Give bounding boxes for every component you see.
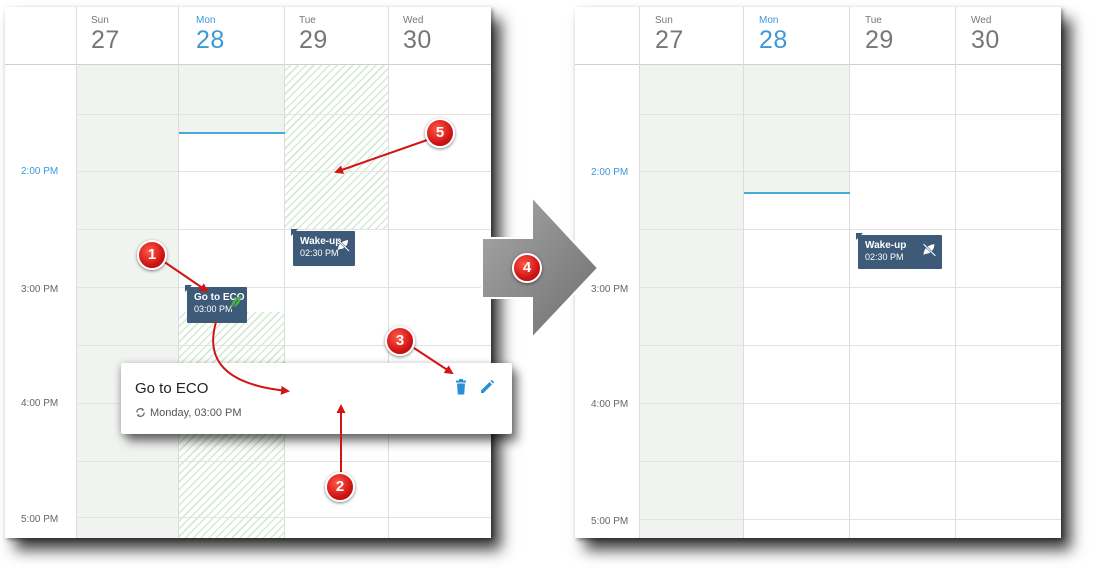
day-date: 28	[759, 26, 788, 54]
pencil-icon[interactable]	[479, 379, 495, 400]
grid-line	[640, 171, 1061, 172]
callout-badge-5: 5	[425, 118, 455, 148]
grid-line	[640, 229, 1061, 230]
time-label: 3:00 PM	[591, 284, 629, 295]
day-date: 27	[91, 26, 120, 54]
past-day-shade	[640, 64, 744, 538]
grid-line	[640, 345, 1061, 346]
event-time: 02:30 PM	[300, 248, 339, 258]
grid-line	[640, 114, 1061, 115]
popup-subtitle: Monday, 03:00 PM	[135, 407, 242, 422]
time-label: 2:00 PM	[21, 166, 59, 177]
event-wake-up[interactable]: Wake-up 02:30 PM	[291, 229, 355, 266]
trash-icon[interactable]	[455, 379, 467, 400]
popup-title: Go to ECO	[135, 380, 209, 397]
eco-off-icon	[922, 243, 937, 262]
grid-column-line	[955, 7, 956, 538]
grid-line	[640, 403, 1061, 404]
day-date: 28	[196, 26, 225, 54]
event-time: 02:30 PM	[865, 252, 904, 262]
popup-subtitle-text: Monday, 03:00 PM	[150, 407, 242, 419]
header-divider	[575, 64, 1061, 65]
callout-badge-2: 2	[325, 472, 355, 502]
time-label: 2:00 PM	[591, 167, 629, 178]
time-label: 4:00 PM	[21, 398, 59, 409]
day-date: 29	[865, 26, 894, 54]
callout-badge-1: 1	[137, 240, 167, 270]
calendar-panel-after: Sun 27 Mon 28 Tue 29 Wed 30 2:00 PM 3:00…	[575, 7, 1061, 538]
past-time-shade	[179, 64, 285, 132]
leaf-icon	[229, 295, 242, 315]
grid-column-line	[284, 7, 285, 538]
grid-column-line	[849, 7, 850, 538]
header-divider	[5, 64, 491, 65]
eco-off-icon	[337, 239, 350, 257]
grid-line	[640, 461, 1061, 462]
day-date: 30	[403, 26, 432, 54]
grid-column-line	[76, 7, 77, 538]
time-label: 4:00 PM	[591, 399, 629, 410]
grid-column-line	[743, 7, 744, 538]
grid-column-line	[178, 7, 179, 538]
event-time: 03:00 PM	[194, 304, 233, 314]
unavailable-slot-hatch	[285, 64, 389, 229]
time-label: 3:00 PM	[21, 284, 59, 295]
day-date: 29	[299, 26, 328, 54]
past-day-shade	[77, 64, 179, 538]
grid-column-line	[388, 7, 389, 538]
current-time-indicator	[179, 132, 285, 134]
event-go-to-eco[interactable]: Go to ECO 03:00 PM	[185, 285, 247, 323]
current-time-indicator	[744, 192, 850, 194]
event-title: Wake-up	[865, 240, 907, 251]
time-label: 5:00 PM	[591, 516, 629, 527]
day-date: 30	[971, 26, 1000, 54]
time-label: 5:00 PM	[21, 514, 59, 525]
callout-badge-3: 3	[385, 326, 415, 356]
repeat-icon	[135, 407, 146, 422]
event-title: Wake-up	[300, 236, 342, 247]
calendar-panel-before: Sun 27 Mon 28 Tue 29 Wed 30 2:00 PM 3:00…	[5, 7, 491, 538]
event-wake-up[interactable]: Wake-up 02:30 PM	[856, 233, 942, 269]
event-details-popup: Go to ECO Monday, 03:00 PM	[121, 363, 512, 434]
grid-line	[640, 287, 1061, 288]
callout-badge-4: 4	[512, 253, 542, 283]
grid-line	[640, 519, 1061, 520]
grid-column-line	[639, 7, 640, 538]
day-date: 27	[655, 26, 684, 54]
past-time-shade	[744, 64, 850, 192]
